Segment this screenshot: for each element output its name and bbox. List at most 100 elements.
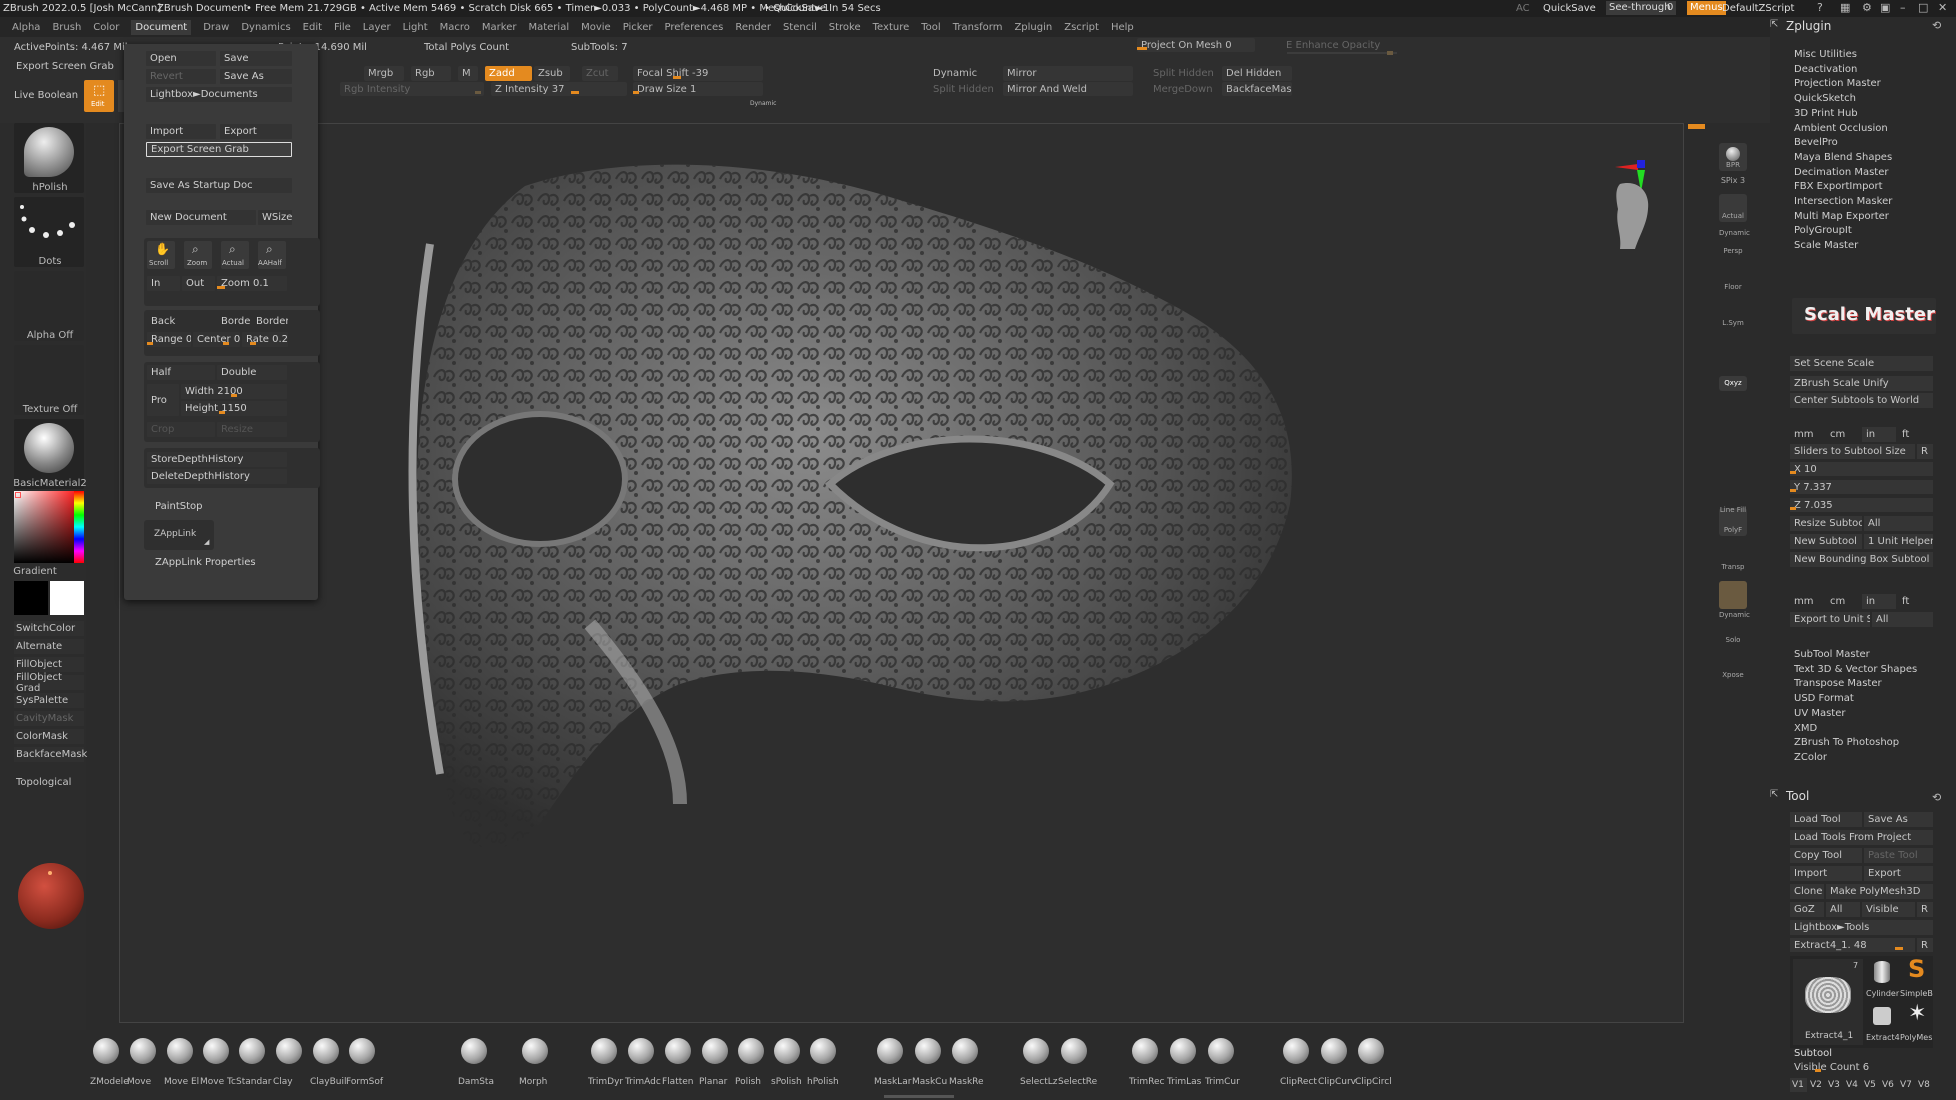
unit-ft-option-2[interactable]: ft: [1898, 594, 1932, 609]
alternate-button[interactable]: Alternate: [14, 639, 84, 654]
ghost-dynamic-button[interactable]: Dynamic: [1719, 581, 1750, 619]
brush-spolish-icon[interactable]: [774, 1038, 800, 1064]
brush-formsof-icon[interactable]: [349, 1038, 375, 1064]
menu-brush[interactable]: Brush: [52, 22, 81, 33]
live-boolean[interactable]: Live Boolean: [14, 90, 78, 101]
document-canvas[interactable]: [119, 123, 1684, 1023]
menu-color[interactable]: Color: [93, 22, 119, 33]
mirror-button[interactable]: Mirror: [1003, 66, 1133, 81]
zplugin-item-misc-utilities[interactable]: Misc Utilities: [1794, 49, 1857, 60]
menu-macro[interactable]: Macro: [440, 22, 470, 33]
brush-maskcu-icon[interactable]: [915, 1038, 941, 1064]
resize-all-button[interactable]: All: [1864, 516, 1933, 531]
subtool-heading[interactable]: Subtool: [1794, 1048, 1832, 1059]
import-button[interactable]: Import: [146, 124, 216, 139]
clone-button[interactable]: Clone: [1790, 884, 1824, 899]
tool-title[interactable]: Tool: [1786, 789, 1809, 803]
goz-r-button[interactable]: R: [1917, 902, 1933, 917]
zplugin-item-multi-map-exporter[interactable]: Multi Map Exporter: [1794, 211, 1889, 222]
menu-transform[interactable]: Transform: [953, 22, 1003, 33]
export-button[interactable]: Export: [220, 124, 292, 139]
xpose-button[interactable]: Xpose: [1719, 653, 1747, 681]
menu-picker[interactable]: Picker: [623, 22, 653, 33]
switch-color-button[interactable]: SwitchColor: [14, 621, 84, 636]
menu-help[interactable]: Help: [1111, 22, 1134, 33]
subtool-tab-v8[interactable]: V8: [1916, 1078, 1933, 1092]
subtool-tab-v6[interactable]: V6: [1880, 1078, 1897, 1092]
unit-ft-option-1[interactable]: ft: [1898, 427, 1932, 442]
focal-shift-slider[interactable]: Focal Shift -39: [633, 66, 763, 81]
draw-size-slider[interactable]: Draw Size 1: [633, 82, 763, 96]
zplugin-item-3d-print-hub[interactable]: 3D Print Hub: [1794, 108, 1858, 119]
actual-view-button[interactable]: Actual: [1719, 194, 1747, 222]
maximize-icon[interactable]: □: [1918, 1, 1928, 14]
zoom-button[interactable]: ⌕ Zoom: [184, 241, 212, 269]
brush-trimcur-icon[interactable]: [1208, 1038, 1234, 1064]
brush-hpolish-icon[interactable]: [810, 1038, 836, 1064]
zplugin-item-zcolor[interactable]: ZColor: [1794, 752, 1827, 763]
unit-mm-option-1[interactable]: mm: [1790, 427, 1824, 442]
shelf-collapse-handle[interactable]: [1688, 124, 1705, 129]
zplugin-item-subtool-master[interactable]: SubTool Master: [1794, 649, 1870, 660]
menu-zscript[interactable]: Zscript: [1064, 22, 1099, 33]
zplugin-item-projection-master[interactable]: Projection Master: [1794, 78, 1881, 89]
unit-in-option-2[interactable]: in: [1862, 594, 1896, 609]
subtool-tab-v1[interactable]: V1: [1790, 1078, 1807, 1092]
dynamic-button[interactable]: Dynamic: [929, 66, 999, 81]
persp-button[interactable]: Dynamic Persp: [1719, 229, 1750, 257]
zplugin-item-bevelpro[interactable]: BevelPro: [1794, 137, 1838, 148]
cylinder-thumb[interactable]: Cylinder: [1866, 959, 1899, 1001]
rgb-button[interactable]: Rgb: [411, 66, 451, 81]
zplugin-item-deactivation[interactable]: Deactivation: [1794, 64, 1857, 75]
revert-button[interactable]: Revert: [146, 69, 216, 84]
double-button[interactable]: Double: [217, 365, 287, 380]
brush-flatten-icon[interactable]: [665, 1038, 691, 1064]
scale-view-button[interactable]: [1719, 441, 1747, 469]
split-hidden-top[interactable]: Split Hidden: [1149, 66, 1219, 81]
mrgb-button[interactable]: Mrgb: [364, 66, 404, 81]
active-tool-thumb[interactable]: 7 Extract4_1: [1793, 959, 1863, 1045]
topological-button[interactable]: Topological: [14, 775, 84, 790]
menu-marker[interactable]: Marker: [482, 22, 517, 33]
range-slider[interactable]: Range 0: [147, 332, 191, 347]
export-all-button[interactable]: All: [1872, 612, 1933, 627]
goz-visible-button[interactable]: Visible: [1862, 902, 1915, 917]
menu-render[interactable]: Render: [735, 22, 771, 33]
zcut-button[interactable]: Zcut: [582, 66, 618, 81]
border2-button[interactable]: Border2: [252, 314, 288, 329]
merge-down-button[interactable]: MergeDown: [1149, 82, 1219, 96]
save-button[interactable]: Save: [220, 51, 292, 66]
move-view-button[interactable]: [1719, 473, 1747, 501]
menu-edit[interactable]: Edit: [303, 22, 322, 33]
zplugin-refresh-icon[interactable]: ⟲: [1932, 19, 1941, 32]
zapplink-properties-button[interactable]: ZAppLink Properties: [151, 555, 301, 570]
help-icon[interactable]: ?: [1817, 1, 1823, 14]
simpleb-thumb[interactable]: S SimpleB: [1900, 955, 1933, 1001]
mask-model-render[interactable]: [120, 124, 1685, 1024]
rate-slider[interactable]: Rate 0.25: [242, 332, 288, 347]
y-size-slider[interactable]: Y 7.337: [1790, 480, 1933, 494]
unit-cm-option-2[interactable]: cm: [1826, 594, 1860, 609]
quicksave-button[interactable]: QuickSave: [1543, 3, 1596, 14]
subtool-tab-v4[interactable]: V4: [1844, 1078, 1861, 1092]
height-slider[interactable]: Height 1150: [181, 401, 287, 416]
m-button[interactable]: M: [458, 66, 478, 81]
extract-slider[interactable]: Extract4_1. 48: [1790, 938, 1915, 952]
z-size-slider[interactable]: Z 7.035: [1790, 498, 1933, 512]
lightbox-documents-button[interactable]: Lightbox►Documents: [146, 87, 292, 102]
solo-button[interactable]: Solo: [1719, 618, 1747, 646]
zoom-in-button[interactable]: In: [147, 276, 180, 291]
tool-pin-icon[interactable]: ⇱: [1770, 789, 1778, 800]
script-icon[interactable]: ▣: [1880, 1, 1890, 14]
menu-material[interactable]: Material: [528, 22, 569, 33]
zplugin-item-polygroupit[interactable]: PolyGroupIt: [1794, 225, 1852, 236]
brush-clipcircl-icon[interactable]: [1358, 1038, 1384, 1064]
visible-count-slider[interactable]: Visible Count 6: [1790, 1061, 1933, 1074]
goz-all-button[interactable]: All: [1826, 902, 1860, 917]
backface-mask-button[interactable]: BackfaceMask: [1222, 82, 1292, 96]
zplugin-item-decimation-master[interactable]: Decimation Master: [1794, 167, 1888, 178]
zplugin-item-transpose-master[interactable]: Transpose Master: [1794, 678, 1882, 689]
red-wax-material-preview[interactable]: [18, 863, 84, 929]
sliders-r-button[interactable]: R: [1917, 444, 1933, 459]
export-unit-scale-button[interactable]: Export to Unit Scale: [1790, 612, 1870, 627]
